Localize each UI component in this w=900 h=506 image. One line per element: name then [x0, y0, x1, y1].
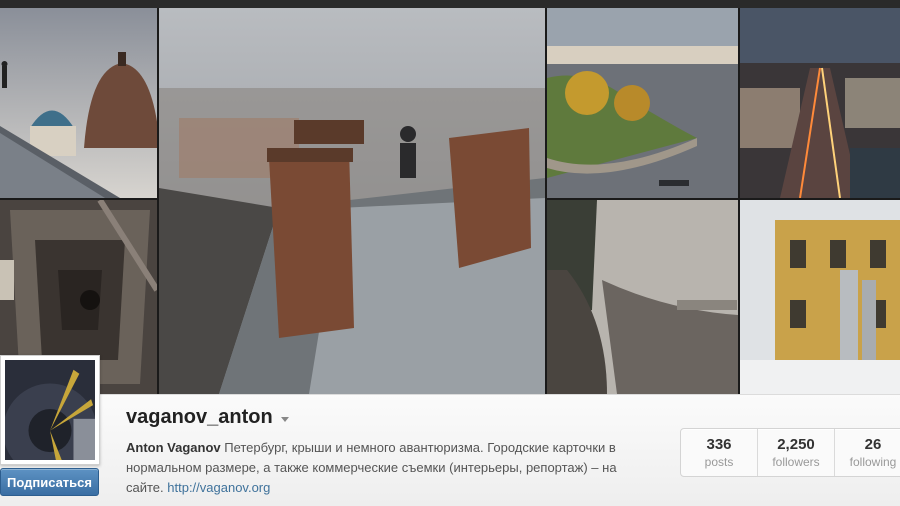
stat-following-label: following — [849, 455, 897, 469]
website-link[interactable]: http://vaganov.org — [167, 480, 270, 495]
photo-tile-foggy-embankment[interactable] — [547, 200, 738, 394]
photo-tile-featured-rooftop[interactable] — [159, 8, 545, 394]
full-name: Anton Vaganov — [126, 440, 221, 455]
stat-posts[interactable]: 336 posts — [681, 429, 758, 476]
stat-following-value: 26 — [864, 436, 882, 453]
stat-posts-label: posts — [704, 455, 734, 469]
photo-tile-night-avenue[interactable] — [740, 8, 900, 198]
photo-tile-cathedral-rooftop[interactable] — [0, 8, 157, 198]
photo-tile-river-embankment[interactable] — [547, 8, 738, 198]
profile-bio: Anton Vaganov Петербург, крыши и немного… — [126, 438, 646, 498]
stat-followers[interactable]: 2,250 followers — [758, 429, 835, 476]
stat-followers-label: followers — [772, 455, 820, 469]
profile-stats: 336 posts 2,250 followers 26 following — [680, 428, 900, 477]
stat-followers-value: 2,250 — [777, 436, 815, 453]
username-text: vaganov_anton — [126, 406, 273, 428]
photo-grid — [0, 8, 900, 394]
photo-tile-yellow-building[interactable] — [740, 200, 900, 394]
stat-posts-value: 336 — [706, 436, 732, 453]
top-bar — [0, 0, 900, 8]
username-heading: vaganov_anton — [126, 406, 289, 429]
caret-down-icon[interactable] — [280, 417, 289, 422]
follow-button[interactable]: Подписаться — [0, 468, 99, 496]
profile-avatar[interactable] — [0, 355, 100, 465]
stat-following[interactable]: 26 following — [835, 429, 900, 476]
